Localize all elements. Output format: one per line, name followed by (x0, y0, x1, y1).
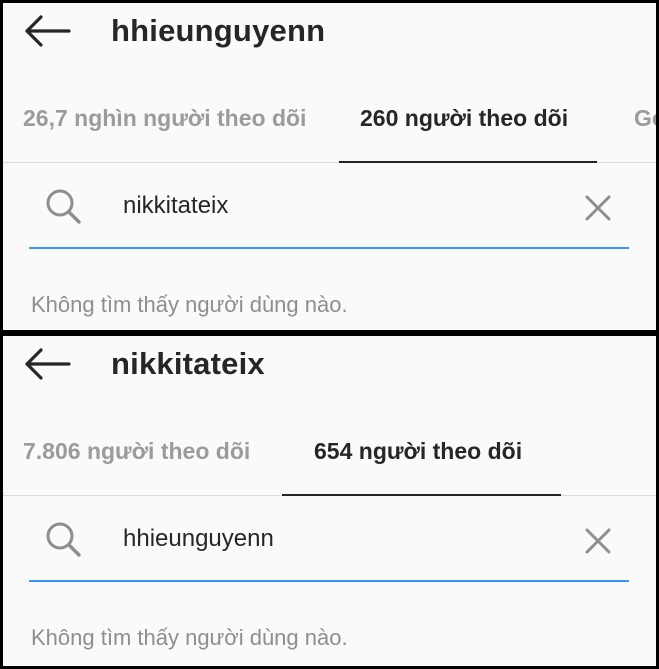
back-arrow-icon[interactable] (21, 346, 73, 382)
follow-tabs: 7.806 người theo dõi 654 người theo dõi (3, 416, 656, 496)
top-bar: nikkitateix (3, 336, 656, 394)
close-icon[interactable] (581, 191, 615, 225)
back-arrow-icon[interactable] (21, 13, 73, 49)
profile-username-title: nikkitateix (111, 346, 265, 381)
top-bar: hhieunguyenn (3, 3, 656, 61)
search-input[interactable] (123, 189, 543, 223)
no-results-message: Không tìm thấy người dùng nào. (31, 292, 348, 317)
search-icon (46, 189, 81, 224)
tab-following[interactable]: 260 người theo dõi (360, 103, 568, 133)
follow-tabs: 26,7 nghìn người theo dõi 260 người theo… (3, 83, 656, 163)
tab-followers[interactable]: 7.806 người theo dõi (23, 436, 250, 466)
no-results-message: Không tìm thấy người dùng nào. (31, 625, 348, 650)
search-input[interactable] (123, 522, 543, 556)
search-bar (3, 496, 656, 586)
close-icon[interactable] (581, 524, 615, 558)
search-underline (29, 580, 629, 582)
search-icon (46, 522, 81, 557)
tab-followers[interactable]: 26,7 nghìn người theo dõi (23, 103, 306, 133)
profile-panel-2: nikkitateix 7.806 người theo dõi 654 ngư… (3, 336, 656, 666)
profile-username-title: hhieunguyenn (111, 13, 326, 48)
tab-following[interactable]: 654 người theo dõi (314, 436, 522, 466)
search-bar (3, 163, 656, 253)
profile-panel-1: hhieunguyenn 26,7 nghìn người theo dõi 2… (3, 3, 656, 330)
search-underline (29, 247, 629, 249)
tab-suggested[interactable]: Gợ (634, 103, 656, 133)
